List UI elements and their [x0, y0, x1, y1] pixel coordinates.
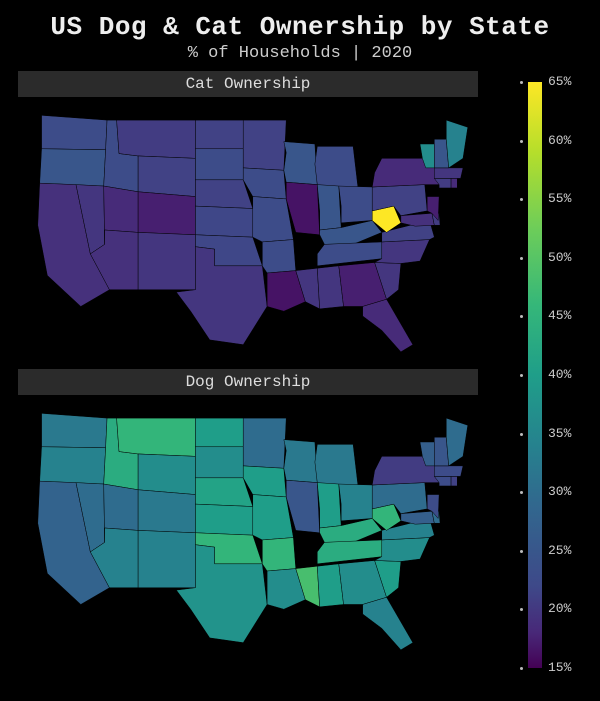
color-legend: 65% 60% 55% 50% 45% 40% 35% 30% 25% 20% 15%	[522, 76, 582, 674]
state-NC: NC: 42%	[375, 538, 430, 562]
state-SD: SD: 28%	[195, 149, 243, 180]
state-MD: MD: 23%	[401, 213, 434, 226]
state-IN: IN: 30%	[317, 185, 341, 230]
state-FL: FL: 22%	[363, 299, 413, 352]
state-NC: NC: 24%	[375, 240, 430, 264]
state-MN: MN: 35%	[243, 418, 286, 468]
state-OH: OH: 40%	[339, 484, 372, 521]
state-NM: NM: 24%	[138, 232, 195, 289]
legend-tick-dot	[520, 608, 523, 611]
state-CO: CO: 20%	[138, 192, 195, 235]
legend-tick-dot	[520, 140, 523, 143]
state-WY: WY: 26%	[138, 156, 195, 197]
state-ME: ME: 35%	[446, 418, 468, 466]
legend-tick: 15%	[548, 660, 571, 675]
state-TN: TN: 28%	[317, 242, 382, 266]
state-CO: CO: 38%	[138, 490, 195, 533]
map-cat: WA: 28%OR: 30%CA: 23%NV: 24%ID: 28%MT: 2…	[18, 101, 478, 359]
state-OH: OH: 28%	[339, 186, 372, 223]
panel-dog: Dog Ownership WA: 38%OR: 40%CA: 33%NV: 3…	[18, 369, 478, 657]
state-IA: IA: 45%	[243, 466, 286, 497]
state-IN: IN: 45%	[317, 483, 341, 528]
legend-tick-dot	[520, 257, 523, 260]
map-dog: WA: 38%OR: 40%CA: 33%NV: 35%ID: 48%MT: 5…	[18, 399, 478, 657]
state-MT: MT: 50%	[117, 418, 196, 456]
state-WA: WA: 28%	[42, 115, 107, 149]
state-MT: MT: 25%	[117, 120, 196, 158]
legend-tick: 45%	[548, 308, 571, 323]
state-RI: RI: 26%	[451, 476, 457, 486]
state-WA: WA: 38%	[42, 413, 107, 447]
legend-tick: 35%	[548, 426, 571, 441]
legend-tick-dot	[520, 433, 523, 436]
state-KS: KS: 27%	[195, 206, 252, 237]
state-RI: RI: 22%	[451, 178, 457, 188]
state-MI: MI: 28%	[315, 146, 358, 187]
legend-tick: 60%	[548, 133, 571, 148]
legend-tick-dot	[520, 550, 523, 553]
legend-tick: 65%	[548, 74, 571, 89]
state-OR: OR: 30%	[40, 149, 106, 186]
state-WI: WI: 30%	[284, 142, 317, 185]
state-AR: AR: 50%	[262, 538, 295, 571]
state-WY: WY: 42%	[138, 454, 195, 495]
state-ND: ND: 45%	[195, 418, 243, 447]
legend-tick-dot	[520, 667, 523, 670]
state-MA: MA: 24%	[434, 168, 463, 179]
legend-tick: 50%	[548, 250, 571, 265]
legend-gradient-bar	[528, 82, 542, 668]
state-MN: MN: 26%	[243, 120, 286, 170]
state-NE: NE: 46%	[195, 478, 252, 507]
state-MI: MI: 38%	[315, 444, 358, 485]
state-SD: SD: 42%	[195, 447, 243, 478]
state-NE: NE: 26%	[195, 180, 252, 209]
state-MA: MA: 28%	[434, 466, 463, 477]
legend-tick-dot	[520, 315, 523, 318]
state-ME: ME: 40%	[446, 120, 468, 168]
state-ND: ND: 26%	[195, 120, 243, 149]
state-AR: AR: 28%	[262, 240, 295, 273]
legend-tick: 25%	[548, 543, 571, 558]
legend-tick: 20%	[548, 601, 571, 616]
legend-tick: 40%	[548, 367, 571, 382]
page-title: US Dog & Cat Ownership by State	[0, 0, 600, 42]
state-MD: MD: 32%	[401, 511, 434, 524]
legend-tick: 55%	[548, 191, 571, 206]
panel-cat: Cat Ownership WA: 28%OR: 30%CA: 23%NV: 2…	[18, 71, 478, 359]
state-KS: KS: 45%	[195, 504, 252, 535]
panel-dog-header: Dog Ownership	[18, 369, 478, 395]
legend-tick-dot	[520, 374, 523, 377]
legend-tick-dot	[520, 491, 523, 494]
page-subtitle: % of Households | 2020	[0, 44, 600, 63]
state-TN: TN: 48%	[317, 540, 382, 564]
legend-tick-dot	[520, 81, 523, 84]
state-NM: NM: 40%	[138, 530, 195, 587]
state-IA: IA: 28%	[243, 168, 286, 199]
state-WI: WI: 38%	[284, 440, 317, 483]
state-OR: OR: 40%	[40, 447, 106, 484]
legend-tick-dot	[520, 198, 523, 201]
legend-tick: 30%	[548, 484, 571, 499]
state-FL: FL: 40%	[363, 597, 413, 650]
panel-cat-header: Cat Ownership	[18, 71, 478, 97]
